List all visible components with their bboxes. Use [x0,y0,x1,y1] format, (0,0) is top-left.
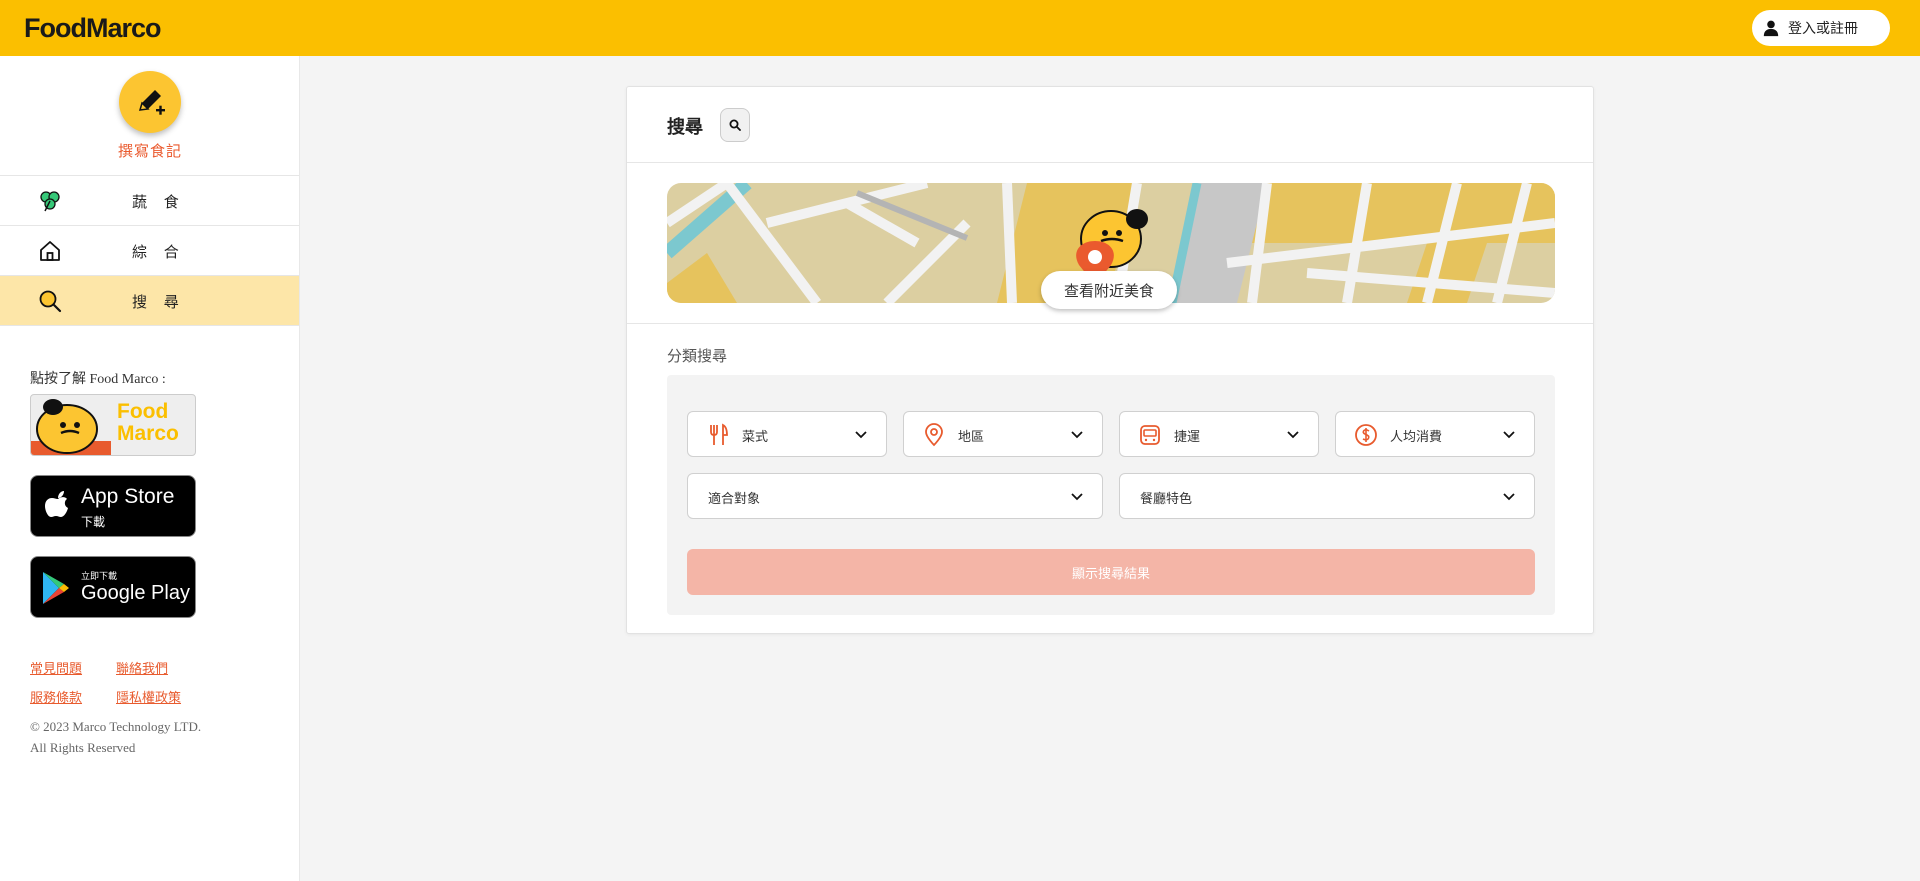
magnifier-icon [729,119,741,131]
chevron-down-icon [1503,431,1515,439]
sidebar-item-label: 綜 合 [132,243,185,261]
search-card: 搜尋 查看附近美食 分類搜尋 菜式 地區 捷運 人均消費 適合對象 餐廳特色 顯… [626,86,1594,634]
sidebar-item-general[interactable]: 綜 合 [0,226,299,276]
login-label: 登入或註冊 [1788,21,1858,37]
write-area: 撰寫食記 [0,56,299,176]
top-bar: FoodMarco 登入或註冊 [0,0,1920,56]
divider [627,323,1593,324]
region-label: 地區 [958,430,985,445]
google-play-sublabel: 立即下載 [81,572,118,582]
copyright-line-1: © 2023 Marco Technology LTD. [30,719,202,734]
mascot-icon [31,399,111,455]
copyright: © 2023 Marco Technology LTD. All Rights … [30,716,201,758]
intro-text: 點按了解 Food Marco : [30,372,166,387]
chevron-down-icon [1071,431,1083,439]
feature-select[interactable]: 餐廳特色 [1119,473,1535,519]
terms-link[interactable]: 服務條款 [30,687,82,706]
google-play-icon [43,572,69,604]
app-store-sublabel: 下載 [81,515,106,529]
app-store-label: App Store [81,485,175,508]
chevron-down-icon [1503,493,1515,501]
feature-label: 餐廳特色 [1140,492,1193,507]
sidebar-item-label: 搜 尋 [132,293,185,311]
badge-line-2: Marco [117,422,179,445]
app-store-button[interactable]: App Store 下載 [30,475,196,537]
clover-icon [40,191,60,212]
sidebar-item-search[interactable]: 搜 尋 [0,276,299,326]
chevron-down-icon [1287,431,1299,439]
metro-icon [1140,425,1160,445]
search-button[interactable] [720,108,750,142]
apple-icon [45,491,68,517]
user-icon [1763,20,1779,37]
sidebar: 撰寫食記 蔬 食 綜 合 搜 尋 點按了解 Food Marco : Food … [0,56,300,881]
logo[interactable]: FoodMarco [24,13,161,44]
faq-link[interactable]: 常見問題 [30,658,82,677]
login-button[interactable]: 登入或註冊 [1752,10,1890,46]
region-select[interactable]: 地區 [903,411,1103,457]
chevron-down-icon [855,431,867,439]
write-review-button[interactable] [119,71,181,133]
price-select[interactable]: 人均消費 [1335,411,1535,457]
search-icon [39,290,62,313]
cuisine-select[interactable]: 菜式 [687,411,887,457]
chevron-down-icon [1071,493,1083,501]
home-icon [40,241,60,261]
page-title: 搜尋 [667,117,703,138]
sidebar-item-vegetarian[interactable]: 蔬 食 [0,176,299,226]
copyright-line-2: All Rights Reserved [30,740,136,755]
show-results-button[interactable]: 顯示搜尋結果 [687,549,1535,595]
pencil-plus-icon [138,90,165,115]
utensils-icon [710,423,728,445]
nearby-food-button[interactable]: 查看附近美食 [1041,271,1177,309]
metro-label: 捷運 [1174,430,1201,445]
google-play-label: Google Play [81,582,190,604]
sidebar-item-label: 蔬 食 [132,193,185,211]
cuisine-label: 菜式 [742,430,769,445]
audience-label: 適合對象 [708,492,761,507]
google-play-button[interactable]: 立即下載 Google Play [30,556,196,618]
badge-line-1: Food [117,400,169,423]
food-marco-badge[interactable]: Food Marco [30,394,196,456]
location-pin-icon [925,423,943,447]
dollar-icon [1355,424,1377,446]
card-header: 搜尋 [627,87,1593,163]
write-review-label: 撰寫食記 [117,142,182,160]
audience-select[interactable]: 適合對象 [687,473,1103,519]
metro-select[interactable]: 捷運 [1119,411,1319,457]
contact-link[interactable]: 聯絡我們 [116,658,168,677]
category-search-label: 分類搜尋 [667,347,728,365]
price-label: 人均消費 [1390,430,1443,445]
filter-panel: 菜式 地區 捷運 人均消費 適合對象 餐廳特色 顯示搜尋結果 [667,375,1555,615]
privacy-link[interactable]: 隱私權政策 [116,687,181,706]
